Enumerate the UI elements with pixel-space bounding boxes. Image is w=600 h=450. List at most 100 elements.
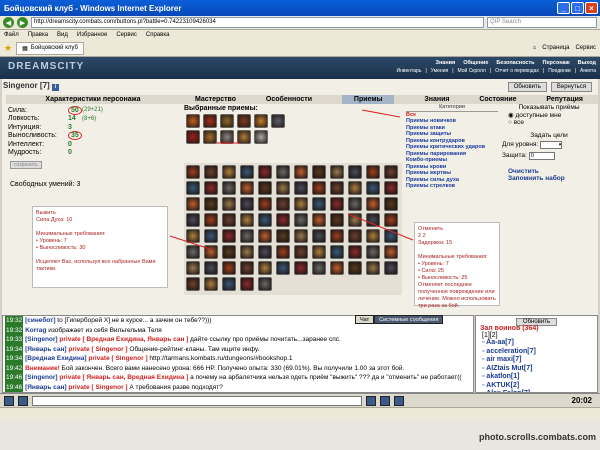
technique-icon[interactable]	[258, 181, 272, 195]
selected-technique-slot[interactable]	[203, 114, 217, 128]
chat-private-target[interactable]: private [ Январь сан, Вредная Ехидина ]	[58, 374, 188, 381]
technique-icon[interactable]	[276, 245, 290, 259]
technique-icon[interactable]	[276, 197, 290, 211]
technique-icon[interactable]	[240, 165, 254, 179]
chat-time[interactable]: 19:34	[5, 344, 24, 354]
refresh-button[interactable]: Обновить	[507, 82, 547, 92]
technique-icon[interactable]	[276, 229, 290, 243]
selected-technique-slot[interactable]	[271, 114, 285, 128]
filter-icon[interactable]	[380, 395, 390, 406]
menu-edit[interactable]: Правка	[28, 32, 48, 38]
user-entry[interactable]: ▫ acceleration[7]	[482, 348, 597, 357]
selected-technique-slot[interactable]	[186, 130, 200, 144]
technique-icon[interactable]	[384, 245, 398, 259]
back-button[interactable]: Вернуться	[550, 82, 592, 92]
chat-nick[interactable]: [синебот]	[23, 317, 55, 324]
radio-all[interactable]: ○	[508, 119, 512, 126]
tab-knowledge[interactable]: Знания	[424, 95, 449, 104]
chat-time[interactable]: 19:42	[5, 363, 24, 373]
technique-icon[interactable]	[330, 245, 344, 259]
technique-icon[interactable]	[330, 261, 344, 275]
technique-icon[interactable]	[312, 197, 326, 211]
menu-help[interactable]: Справка	[146, 32, 170, 38]
chat-nick[interactable]: Внимание!	[23, 365, 60, 372]
link-profile[interactable]: Анкета	[580, 68, 596, 74]
technique-icon[interactable]	[312, 229, 326, 243]
chat-input[interactable]	[32, 395, 362, 406]
minimize-icon[interactable]: _	[557, 2, 570, 14]
link-scroll[interactable]: Мой Скролл	[458, 68, 486, 74]
technique-icon[interactable]	[312, 261, 326, 275]
technique-icon[interactable]	[294, 181, 308, 195]
clear-link[interactable]: Очистить	[502, 168, 596, 175]
technique-icon[interactable]	[384, 213, 398, 227]
save-button[interactable]: сохранить	[10, 161, 42, 169]
technique-icon[interactable]	[240, 181, 254, 195]
chat-nick[interactable]: [Singenor]	[23, 336, 58, 343]
user-entry[interactable]: ▫ AIZtais Mut[7]	[482, 365, 597, 374]
chat-private-target[interactable]: private [ Singenor ]	[87, 355, 147, 362]
technique-icon[interactable]	[366, 165, 380, 179]
info-icon[interactable]: i	[51, 84, 59, 91]
technique-icon[interactable]	[204, 213, 218, 227]
technique-icon[interactable]	[186, 261, 200, 275]
technique-icon[interactable]	[294, 213, 308, 227]
user-entry[interactable]: ▫ AKTUK[2]	[482, 382, 597, 391]
technique-icon[interactable]	[312, 181, 326, 195]
technique-icon[interactable]	[348, 261, 362, 275]
technique-icon[interactable]	[204, 245, 218, 259]
technique-icon[interactable]	[348, 213, 362, 227]
technique-icon[interactable]	[348, 165, 362, 179]
technique-icon[interactable]	[222, 277, 236, 291]
selected-technique-slot[interactable]	[237, 114, 251, 128]
technique-icon[interactable]	[330, 229, 344, 243]
technique-icon[interactable]	[384, 197, 398, 211]
chat-time[interactable]: 19:46	[5, 373, 24, 383]
chat-time[interactable]: 19:46	[5, 382, 24, 392]
technique-icon[interactable]	[348, 245, 362, 259]
technique-icon[interactable]	[240, 277, 254, 291]
technique-icon[interactable]	[384, 181, 398, 195]
technique-icon[interactable]	[366, 229, 380, 243]
selected-technique-slot[interactable]	[186, 114, 200, 128]
technique-icon[interactable]	[384, 229, 398, 243]
technique-icon[interactable]	[366, 181, 380, 195]
technique-icon[interactable]	[222, 197, 236, 211]
chat-time[interactable]: 19:32	[5, 325, 24, 335]
remember-link[interactable]: Запомнить набор	[502, 175, 596, 182]
tab-system-messages[interactable]: Системные сообщения	[374, 315, 444, 324]
forward-icon[interactable]: ▶	[17, 17, 28, 28]
header-link-security[interactable]: Безопасность	[496, 60, 534, 66]
favorites-star-icon[interactable]: ★	[4, 43, 12, 54]
technique-icon[interactable]	[186, 229, 200, 243]
smiles-icon[interactable]	[4, 395, 14, 406]
technique-icon[interactable]	[204, 261, 218, 275]
technique-icon[interactable]	[186, 197, 200, 211]
technique-icon[interactable]	[240, 229, 254, 243]
link-transfers[interactable]: Отчет о переводах	[495, 68, 539, 74]
technique-icon[interactable]	[186, 277, 200, 291]
chat-nick[interactable]: [Январь сан]	[23, 346, 66, 353]
technique-icon[interactable]	[294, 261, 308, 275]
technique-icon[interactable]	[204, 197, 218, 211]
chat-private-target[interactable]: private [ Singenor ]	[67, 384, 127, 391]
chat-nick[interactable]: [Январь сан]	[23, 384, 66, 391]
selected-technique-slot[interactable]	[220, 114, 234, 128]
technique-icon[interactable]	[258, 229, 272, 243]
technique-icon[interactable]	[366, 245, 380, 259]
selected-technique-slot[interactable]	[220, 130, 234, 144]
selected-technique-slot[interactable]	[254, 114, 268, 128]
selected-technique-slot[interactable]	[254, 130, 268, 144]
level-select[interactable]: ▾	[540, 141, 563, 149]
home-icon[interactable]: ⌂	[533, 45, 537, 51]
technique-icon[interactable]	[366, 261, 380, 275]
tools-menu[interactable]: Сервис	[575, 45, 596, 51]
technique-icon[interactable]	[384, 165, 398, 179]
category-item[interactable]: Приемы критических ударов	[406, 144, 498, 151]
technique-icon[interactable]	[186, 245, 200, 259]
category-item[interactable]: Приемы стрелков	[406, 183, 498, 190]
technique-icon[interactable]	[276, 181, 290, 195]
technique-icon[interactable]	[276, 165, 290, 179]
chat-panel[interactable]: 19:32 [синебот] to [Гиперборей X] не в к…	[2, 315, 474, 393]
technique-icon[interactable]	[312, 213, 326, 227]
